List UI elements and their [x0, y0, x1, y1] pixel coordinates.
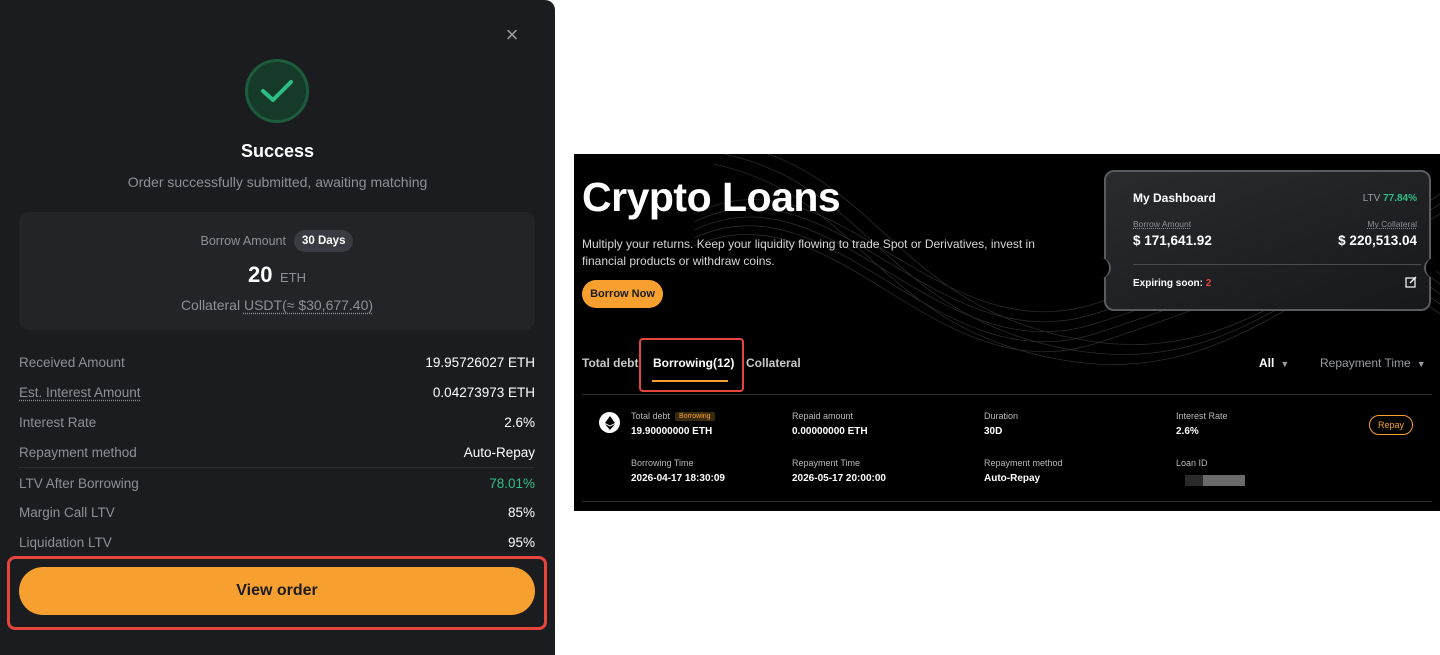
- expiring-label: Expiring soon:: [1133, 278, 1203, 289]
- ltv-label: LTV: [1362, 193, 1381, 204]
- dashboard-title: My Dashboard: [1133, 191, 1216, 205]
- detail-row-margin-call: Margin Call LTV 85%: [19, 498, 535, 528]
- borrow-amount-value: 20: [248, 262, 273, 287]
- detail-label: LTV After Borrowing: [19, 475, 139, 491]
- detail-value: 19.95726027 ETH: [425, 355, 535, 371]
- view-order-button[interactable]: View order: [19, 567, 535, 615]
- collateral-row: Collateral USDT(≈ $30,677.40): [19, 297, 535, 313]
- crypto-loans-panel: Crypto Loans Multiply your returns. Keep…: [574, 154, 1440, 511]
- active-tab-indicator: [652, 380, 728, 382]
- sort-dropdown[interactable]: Repayment Time ▼: [1320, 356, 1426, 370]
- loan-id-redacted: [1185, 475, 1245, 486]
- tab-collateral[interactable]: Collateral: [746, 356, 801, 370]
- loan-row: Total debt Borrowing 19.90000000 ETH Repa…: [582, 394, 1432, 502]
- card-notch: [1099, 258, 1111, 278]
- detail-label: Repayment method: [19, 444, 137, 460]
- detail-label: Received Amount: [19, 355, 125, 371]
- borrow-amount-row: Borrow Amount 30 Days: [19, 230, 535, 252]
- page-description: Multiply your returns. Keep your liquidi…: [582, 237, 1035, 268]
- borrowing-time-value: 2026-04-17 18:30:09: [631, 473, 725, 484]
- eth-icon: [599, 412, 620, 433]
- detail-value: 95%: [507, 535, 535, 551]
- repaid-value: 0.00000000 ETH: [792, 426, 868, 437]
- status-badge: Borrowing: [675, 412, 715, 421]
- close-icon[interactable]: ×: [501, 24, 523, 46]
- collateral-value: $ 220,513.04: [1338, 233, 1417, 248]
- interest-rate-value: 2.6%: [1176, 426, 1199, 437]
- detail-value: Auto-Repay: [463, 444, 535, 460]
- repayment-time-value: 2026-05-17 20:00:00: [792, 473, 886, 484]
- my-dashboard-card: My Dashboard LTV 77.84% Borrow Amount My…: [1099, 170, 1436, 311]
- loan-id-label: Loan ID: [1176, 458, 1208, 468]
- borrow-amount-label[interactable]: Borrow Amount: [1133, 219, 1191, 229]
- detail-label: Liquidation LTV: [19, 535, 112, 551]
- repayment-method-label: Repayment method: [984, 458, 1063, 468]
- caret-down-icon: ▼: [1280, 359, 1290, 369]
- duration-label: Duration: [984, 411, 1019, 421]
- page-title: Crypto Loans: [582, 174, 841, 220]
- total-debt-label: Total debt Borrowing: [631, 411, 715, 421]
- total-debt-value: 19.90000000 ETH: [631, 426, 713, 437]
- detail-row-interest-rate: Interest Rate 2.6%: [19, 408, 535, 438]
- repaid-label: Repaid amount: [792, 411, 854, 421]
- detail-row-interest-amount: Est. Interest Amount 0.04273973 ETH: [19, 378, 535, 408]
- checkmark-svg: [261, 80, 293, 102]
- duration-value: 30D: [984, 426, 1003, 437]
- detail-label: Interest Rate: [19, 414, 97, 430]
- ltv-value: 77.84%: [1383, 193, 1417, 204]
- checkmark-icon: [245, 59, 309, 123]
- divider: [1133, 264, 1421, 265]
- status-filter-dropdown[interactable]: All ▼: [1259, 356, 1289, 370]
- detail-row-liquidation: Liquidation LTV 95%: [19, 528, 535, 558]
- interest-rate-label: Interest Rate: [1176, 411, 1228, 421]
- edit-icon[interactable]: [1405, 276, 1417, 288]
- dashboard-ltv: LTV 77.84%: [1363, 193, 1417, 204]
- detail-row-repayment-method: Repayment method Auto-Repay: [19, 437, 535, 467]
- tab-total-debt[interactable]: Total debt: [582, 356, 638, 370]
- borrow-summary-card: Borrow Amount 30 Days 20 ETH Collateral …: [19, 212, 535, 330]
- success-modal: × Success Order successfully submitted, …: [0, 0, 555, 655]
- borrow-amount-label: Borrow Amount: [200, 234, 286, 248]
- total-debt-label-text: Total debt: [631, 411, 671, 421]
- repay-button[interactable]: Repay: [1369, 415, 1413, 435]
- borrowing-time-label: Borrowing Time: [631, 458, 694, 468]
- eth-glyph: [604, 415, 615, 430]
- modal-title: Success: [240, 141, 315, 161]
- term-badge: 30 Days: [293, 230, 354, 252]
- detail-value: 0.04273973 ETH: [432, 385, 535, 401]
- caret-down-icon: ▼: [1416, 359, 1426, 369]
- detail-label: Margin Call LTV: [19, 505, 115, 521]
- detail-row-ltv-after: LTV After Borrowing 78.01%: [19, 468, 535, 498]
- borrow-amount: 20 ETH: [19, 262, 535, 288]
- expiring-count: 2: [1205, 278, 1212, 289]
- detail-row-received: Received Amount 19.95726027 ETH: [19, 348, 535, 378]
- collateral-label[interactable]: My Collateral: [1367, 219, 1417, 229]
- modal-subtitle: Order successfully submitted, awaiting m…: [127, 174, 428, 190]
- detail-label[interactable]: Est. Interest Amount: [19, 385, 141, 400]
- repayment-method-value: Auto-Repay: [984, 473, 1041, 484]
- card-notch: [1424, 258, 1436, 278]
- borrow-amount-unit: ETH: [279, 270, 306, 285]
- tab-borrowing[interactable]: Borrowing(12): [653, 356, 734, 370]
- collateral-value[interactable]: USDT(≈ $30,677.40): [244, 297, 373, 313]
- sort-value: Repayment Time: [1320, 356, 1411, 370]
- order-details: Received Amount 19.95726027 ETH Est. Int…: [19, 348, 535, 558]
- expiring-soon: Expiring soon: 2: [1133, 278, 1211, 289]
- detail-value: 2.6%: [504, 414, 535, 430]
- status-filter-value: All: [1259, 356, 1275, 370]
- borrow-amount-value: $ 171,641.92: [1133, 233, 1212, 248]
- borrow-now-button[interactable]: Borrow Now: [582, 280, 663, 308]
- repayment-time-label: Repayment Time: [792, 458, 861, 468]
- detail-value: 85%: [507, 505, 535, 521]
- collateral-label: Collateral: [180, 297, 241, 313]
- detail-value: 78.01%: [489, 475, 535, 491]
